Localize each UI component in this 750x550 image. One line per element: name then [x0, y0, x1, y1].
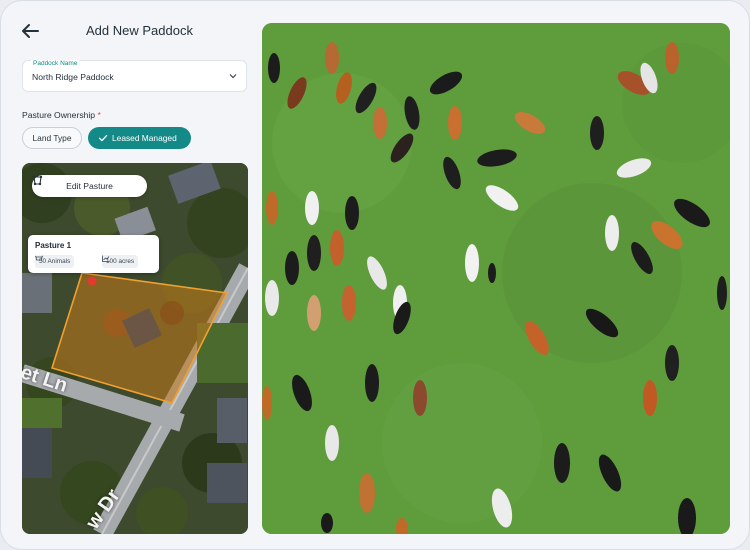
edit-pasture-label: Edit Pasture	[66, 181, 113, 191]
arrow-left-icon[interactable]	[21, 23, 39, 39]
polygon-edit-icon	[32, 175, 43, 186]
land-type-label: Land Type	[32, 133, 72, 143]
cow-icon	[35, 255, 43, 261]
paddock-name-value: North Ridge Paddock	[32, 72, 114, 82]
paddock-name-select[interactable]: Paddock Name North Ridge Paddock	[22, 60, 247, 92]
paddock-name-label: Paddock Name	[31, 60, 80, 67]
chevron-down-icon	[229, 74, 237, 79]
cattle-photo-image	[262, 23, 730, 534]
pasture-name: Pasture 1	[35, 241, 72, 250]
land-type-chip[interactable]: Land Type	[22, 127, 82, 149]
acres-tag: 100 acres	[102, 255, 139, 268]
satellite-map[interactable]: et Ln w Dr Edit Pasture Pasture 1 50 Ani…	[22, 163, 248, 534]
edit-pasture-button[interactable]: Edit Pasture	[32, 175, 147, 197]
check-icon	[98, 134, 108, 142]
leased-managed-label: Leased Managed	[112, 133, 177, 143]
pasture-info-card[interactable]: Pasture 1 50 Animals 100 acres	[28, 235, 159, 273]
animals-count-tag: 50 Animals	[35, 255, 75, 268]
aerial-cattle-photo	[262, 23, 730, 534]
area-chart-icon	[102, 255, 110, 262]
required-mark: *	[97, 110, 101, 120]
leased-managed-chip[interactable]: Leased Managed	[88, 127, 191, 149]
map-imagery	[22, 163, 248, 534]
app-frame: Add New Paddock Paddock Name North Ridge…	[0, 0, 750, 550]
pasture-ownership-label: Pasture Ownership *	[22, 110, 101, 120]
page-title: Add New Paddock	[86, 23, 193, 38]
